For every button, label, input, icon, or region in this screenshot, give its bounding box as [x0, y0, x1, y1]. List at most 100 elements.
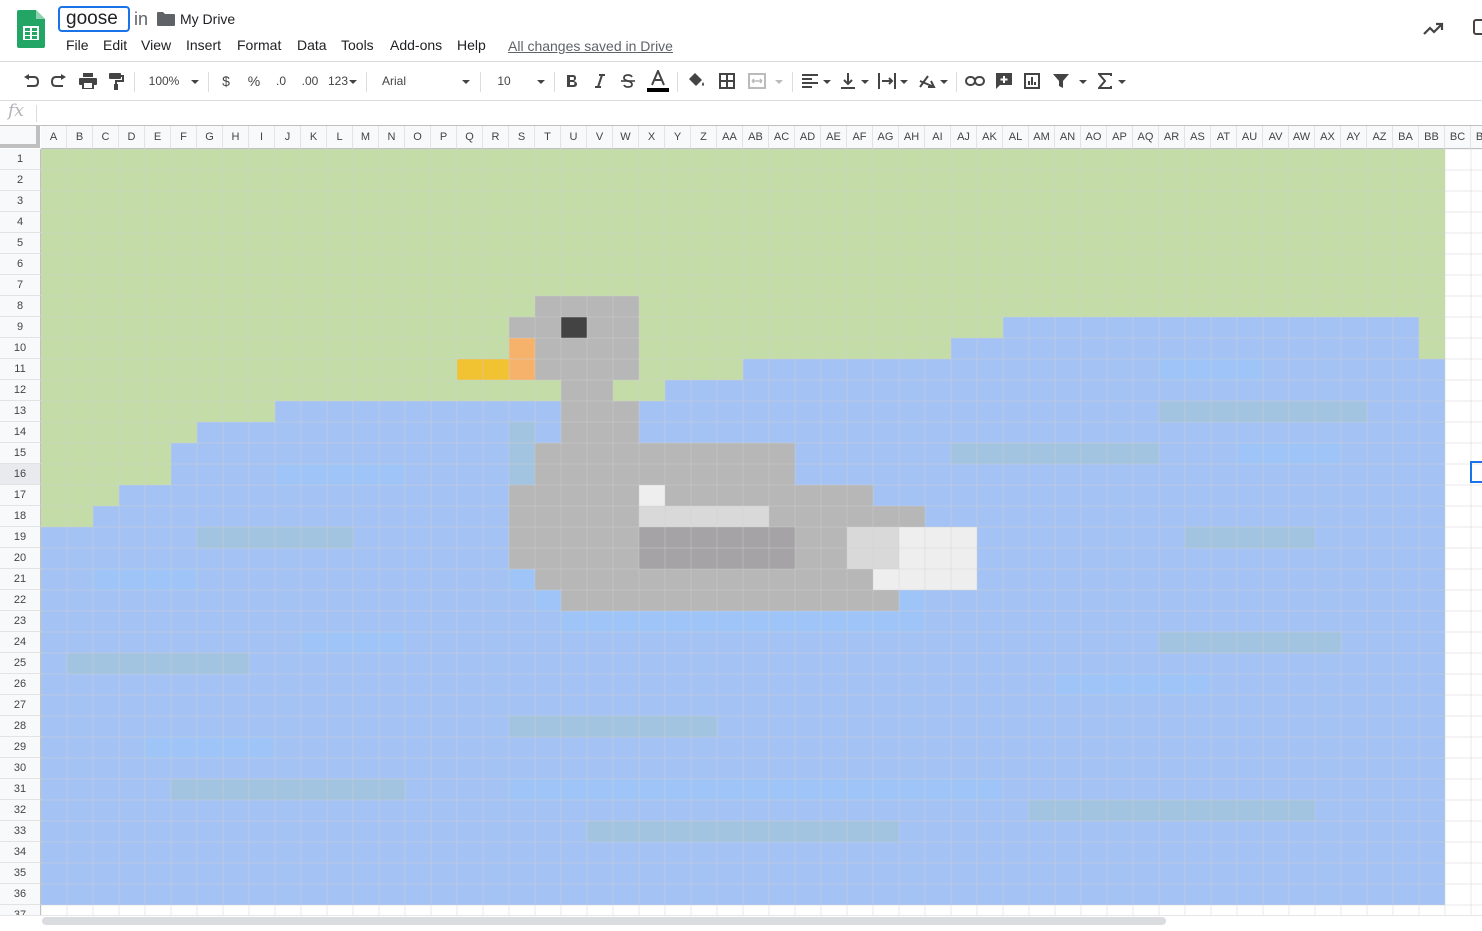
column-header[interactable]: AG	[873, 126, 899, 149]
column-header[interactable]: BC	[1445, 126, 1471, 149]
text-rotation-caret-icon[interactable]	[940, 80, 948, 84]
row-header[interactable]: 24	[0, 632, 41, 653]
menu-add-ons[interactable]: Add-ons	[390, 37, 442, 53]
cell-grid[interactable]	[41, 149, 1482, 918]
horizontal-scrollbar-thumb[interactable]	[42, 917, 1166, 925]
column-header[interactable]: AU	[1237, 126, 1263, 149]
column-header[interactable]: B	[67, 126, 93, 149]
row-header[interactable]: 30	[0, 758, 41, 779]
row-header[interactable]: 19	[0, 527, 41, 548]
column-header[interactable]: W	[613, 126, 639, 149]
column-header[interactable]: AQ	[1133, 126, 1159, 149]
column-header[interactable]: AH	[899, 126, 925, 149]
trend-icon[interactable]	[1422, 18, 1444, 40]
zoom-select[interactable]: 100%	[142, 62, 186, 100]
borders-icon[interactable]	[716, 62, 738, 100]
row-header[interactable]: 9	[0, 317, 41, 338]
horizontal-align-icon[interactable]	[800, 62, 820, 100]
row-header[interactable]: 8	[0, 296, 41, 317]
active-cell-selection[interactable]	[1470, 461, 1482, 483]
increase-decimals-button[interactable]: .00	[298, 62, 322, 100]
row-header[interactable]: 1	[0, 149, 41, 170]
column-header[interactable]: Q	[457, 126, 483, 149]
column-header[interactable]: N	[379, 126, 405, 149]
select-all-corner[interactable]	[0, 126, 40, 148]
filter-caret-icon[interactable]	[1079, 80, 1087, 84]
menu-format[interactable]: Format	[237, 37, 281, 53]
column-header[interactable]: G	[197, 126, 223, 149]
row-header[interactable]: 18	[0, 506, 41, 527]
column-header[interactable]: AA	[717, 126, 743, 149]
column-header[interactable]: A	[41, 126, 67, 149]
text-wrapping-caret-icon[interactable]	[900, 80, 908, 84]
row-header[interactable]: 36	[0, 884, 41, 905]
column-header[interactable]: X	[639, 126, 665, 149]
menu-data[interactable]: Data	[297, 37, 327, 53]
row-header[interactable]: 4	[0, 212, 41, 233]
menu-tools[interactable]: Tools	[341, 37, 374, 53]
filter-icon[interactable]	[1050, 62, 1072, 100]
menu-view[interactable]: View	[141, 37, 171, 53]
row-header[interactable]: 32	[0, 800, 41, 821]
column-header[interactable]: AR	[1159, 126, 1185, 149]
row-header[interactable]: 22	[0, 590, 41, 611]
text-rotation-icon[interactable]	[916, 62, 938, 100]
row-header[interactable]: 6	[0, 254, 41, 275]
functions-caret-icon[interactable]	[1118, 80, 1126, 84]
column-header[interactable]: AX	[1315, 126, 1341, 149]
column-header[interactable]: C	[93, 126, 119, 149]
row-header[interactable]: 26	[0, 674, 41, 695]
column-header[interactable]: J	[275, 126, 301, 149]
row-header[interactable]: 17	[0, 485, 41, 506]
row-header[interactable]: 23	[0, 611, 41, 632]
column-header[interactable]: AT	[1211, 126, 1237, 149]
column-header[interactable]: H	[223, 126, 249, 149]
column-header[interactable]: Y	[665, 126, 691, 149]
insert-chart-icon[interactable]	[1021, 62, 1043, 100]
column-header[interactable]: U	[561, 126, 587, 149]
column-header[interactable]: L	[327, 126, 353, 149]
column-header[interactable]: AF	[847, 126, 873, 149]
column-header[interactable]: AP	[1107, 126, 1133, 149]
column-header[interactable]: O	[405, 126, 431, 149]
formula-input[interactable]	[44, 103, 1468, 125]
column-header[interactable]: AN	[1055, 126, 1081, 149]
column-header[interactable]: F	[171, 126, 197, 149]
print-icon[interactable]	[77, 62, 99, 100]
more-formats-caret-icon[interactable]	[349, 80, 357, 84]
row-header[interactable]: 16	[0, 464, 41, 485]
comments-icon[interactable]	[1472, 18, 1482, 36]
menu-edit[interactable]: Edit	[103, 37, 127, 53]
menu-help[interactable]: Help	[457, 37, 486, 53]
column-header[interactable]: R	[483, 126, 509, 149]
column-header[interactable]: AI	[925, 126, 951, 149]
functions-icon[interactable]	[1095, 62, 1115, 100]
strikethrough-icon[interactable]	[618, 62, 638, 100]
column-header[interactable]: S	[509, 126, 535, 149]
decrease-decimals-button[interactable]: .0	[270, 62, 292, 100]
column-header[interactable]: Z	[691, 126, 717, 149]
column-header[interactable]: AK	[977, 126, 1003, 149]
column-header[interactable]: AD	[795, 126, 821, 149]
column-header[interactable]: AC	[769, 126, 795, 149]
row-header[interactable]: 2	[0, 170, 41, 191]
row-header[interactable]: 21	[0, 569, 41, 590]
zoom-caret-icon[interactable]	[191, 80, 199, 84]
undo-icon[interactable]	[20, 62, 42, 100]
column-header[interactable]: BD	[1471, 126, 1482, 149]
column-header[interactable]: P	[431, 126, 457, 149]
column-header[interactable]: BB	[1419, 126, 1445, 149]
column-header[interactable]: AB	[743, 126, 769, 149]
spreadsheet-grid[interactable]: A B C D E F G H I J K L M N O P Q R S T U V W X Y Z AA AB AC AD AE AF AG…	[0, 126, 1482, 918]
row-header[interactable]: 35	[0, 863, 41, 884]
row-header[interactable]: 27	[0, 695, 41, 716]
font-family-caret-icon[interactable]	[462, 80, 470, 84]
percent-format-button[interactable]: %	[244, 62, 264, 100]
folder-name[interactable]: My Drive	[180, 11, 235, 27]
insert-comment-icon[interactable]	[993, 62, 1015, 100]
text-wrapping-icon[interactable]	[876, 62, 898, 100]
column-header[interactable]: T	[535, 126, 561, 149]
currency-format-button[interactable]: $	[216, 62, 236, 100]
sheets-logo-icon[interactable]	[17, 10, 45, 48]
column-header[interactable]: AL	[1003, 126, 1029, 149]
